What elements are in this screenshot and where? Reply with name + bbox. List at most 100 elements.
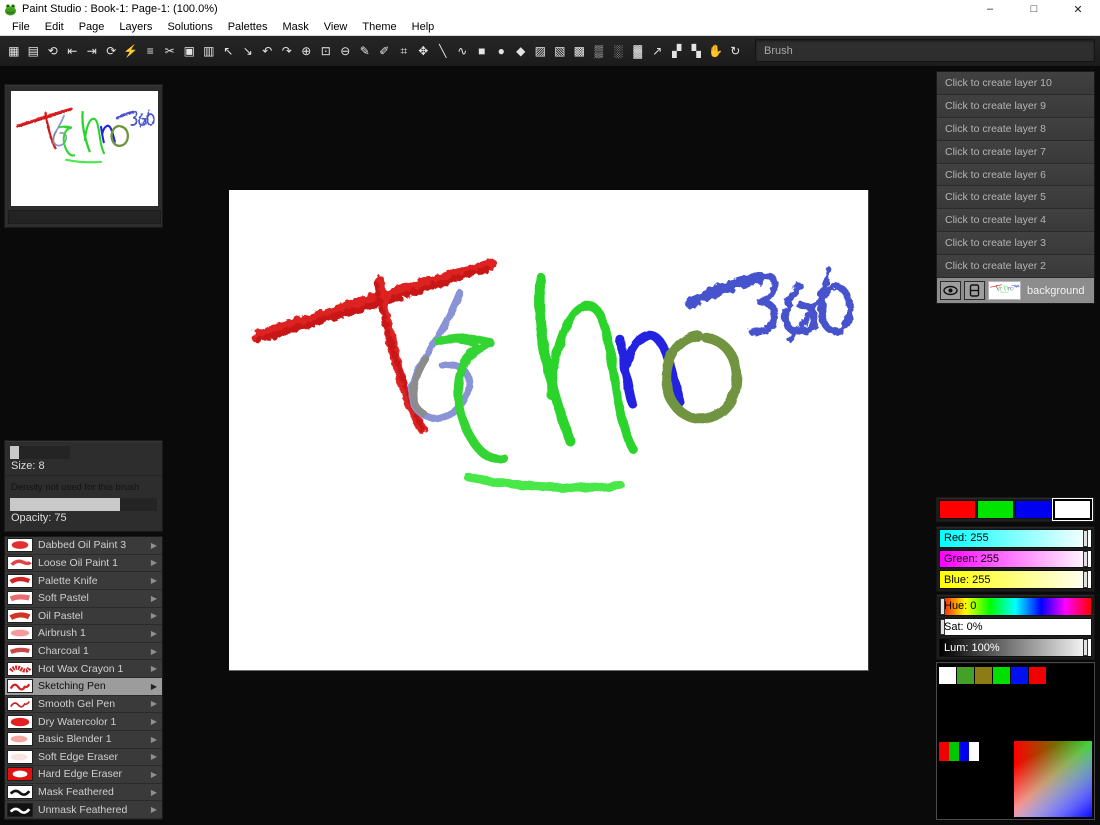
palette-swatch-1[interactable] bbox=[957, 667, 974, 684]
halftone-icon[interactable]: ▩ bbox=[570, 40, 590, 62]
brush-row-dabbed-oil-paint-3[interactable]: Dabbed Oil Paint 3▶ bbox=[5, 537, 162, 555]
red-swatch[interactable] bbox=[939, 500, 976, 519]
red-slider-handle[interactable] bbox=[1083, 530, 1088, 547]
line-tool-icon[interactable]: ╲ bbox=[433, 40, 453, 62]
layer-slot-4[interactable]: Click to create layer 4 bbox=[937, 209, 1094, 232]
layer-slot-3[interactable]: Click to create layer 3 bbox=[937, 232, 1094, 255]
brush-row-mask-feathered[interactable]: Mask Feathered▶ bbox=[5, 784, 162, 802]
brush-row-smooth-gel-pen[interactable]: Smooth Gel Pen▶ bbox=[5, 696, 162, 714]
white-swatch[interactable] bbox=[1053, 499, 1092, 520]
menu-file[interactable]: File bbox=[6, 19, 39, 35]
redo-icon[interactable]: ↷ bbox=[277, 40, 297, 62]
brush-expand-arrow-icon[interactable]: ▶ bbox=[151, 752, 157, 761]
green-slider-handle[interactable] bbox=[1083, 551, 1088, 568]
undo-icon[interactable]: ↶ bbox=[258, 40, 278, 62]
brush-expand-arrow-icon[interactable]: ▶ bbox=[151, 788, 157, 797]
texture-icon[interactable]: ▓ bbox=[628, 40, 648, 62]
brush-row-soft-pastel[interactable]: Soft Pastel▶ bbox=[5, 590, 162, 608]
brush-row-unmask-feathered[interactable]: Unmask Feathered▶ bbox=[5, 801, 162, 819]
brush-expand-arrow-icon[interactable]: ▶ bbox=[151, 805, 157, 814]
menu-page[interactable]: Page bbox=[73, 19, 114, 35]
brush-row-oil-pastel[interactable]: Oil Pastel▶ bbox=[5, 608, 162, 626]
brush-row-airbrush-1[interactable]: Airbrush 1▶ bbox=[5, 625, 162, 643]
layer-slot-8[interactable]: Click to create layer 8 bbox=[937, 118, 1094, 141]
sat-slider-handle[interactable] bbox=[940, 619, 945, 636]
zoom-out-icon[interactable]: ⊖ bbox=[336, 40, 356, 62]
pan-hand-icon[interactable]: ✋ bbox=[706, 40, 726, 62]
canvas[interactable] bbox=[229, 190, 869, 671]
eyedropper-icon[interactable]: ✐ bbox=[375, 40, 395, 62]
paste-icon[interactable]: ▥ bbox=[199, 40, 219, 62]
brush-expand-arrow-icon[interactable]: ▶ bbox=[151, 594, 157, 603]
pencil-tool-icon[interactable]: ✎ bbox=[355, 40, 375, 62]
red-slider[interactable]: Red: 255 bbox=[939, 529, 1092, 548]
blue-slider-handle[interactable] bbox=[1083, 571, 1088, 588]
menu-layers[interactable]: Layers bbox=[113, 19, 161, 35]
menu-view[interactable]: View bbox=[318, 19, 357, 35]
brush-expand-arrow-icon[interactable]: ▶ bbox=[151, 770, 157, 779]
brush-expand-arrow-icon[interactable]: ▶ bbox=[151, 735, 157, 744]
tile-b-icon[interactable]: ▚ bbox=[687, 40, 707, 62]
brush-row-hard-edge-eraser[interactable]: Hard Edge Eraser▶ bbox=[5, 766, 162, 784]
page-thumbnail[interactable] bbox=[11, 91, 158, 206]
blue-swatch[interactable] bbox=[1015, 500, 1052, 519]
mini-swatch-1[interactable] bbox=[949, 742, 959, 761]
menu-edit[interactable]: Edit bbox=[39, 19, 73, 35]
palette-swatch-5[interactable] bbox=[1029, 667, 1046, 684]
rotate-view-icon[interactable]: ↻ bbox=[726, 40, 746, 62]
layer-lock-toggle[interactable] bbox=[964, 281, 985, 300]
menu-theme[interactable]: Theme bbox=[356, 19, 405, 35]
save-icon[interactable]: ▦ bbox=[4, 40, 24, 62]
tile-a-icon[interactable]: ▞ bbox=[667, 40, 687, 62]
hue-slider-handle[interactable] bbox=[940, 598, 945, 615]
mini-swatch-0[interactable] bbox=[939, 742, 949, 761]
brush-expand-arrow-icon[interactable]: ▶ bbox=[151, 611, 157, 620]
layer-slot-6[interactable]: Click to create layer 6 bbox=[937, 164, 1094, 187]
noise-icon[interactable]: ░ bbox=[609, 40, 629, 62]
brush-expand-arrow-icon[interactable]: ▶ bbox=[151, 541, 157, 550]
brush-expand-arrow-icon[interactable]: ▶ bbox=[151, 717, 157, 726]
tool-mode-box[interactable]: Brush bbox=[755, 39, 1095, 62]
brush-expand-arrow-icon[interactable]: ▶ bbox=[151, 629, 157, 638]
next-page-icon[interactable]: ⇥ bbox=[82, 40, 102, 62]
first-page-icon[interactable]: ⟲ bbox=[43, 40, 63, 62]
layer-slot-10[interactable]: Click to create layer 10 bbox=[937, 72, 1094, 95]
green-slider[interactable]: Green: 255 bbox=[939, 550, 1092, 569]
script-icon[interactable]: ≡ bbox=[141, 40, 161, 62]
size-slider[interactable] bbox=[10, 446, 70, 459]
reload-page-icon[interactable]: ⟳ bbox=[102, 40, 122, 62]
layer-slot-2[interactable]: Click to create layer 2 bbox=[937, 255, 1094, 278]
mini-swatch-3[interactable] bbox=[969, 742, 979, 761]
brush-expand-arrow-icon[interactable]: ▶ bbox=[151, 647, 157, 656]
brush-row-soft-edge-eraser[interactable]: Soft Edge Eraser▶ bbox=[5, 749, 162, 767]
menu-palettes[interactable]: Palettes bbox=[222, 19, 277, 35]
menu-mask[interactable]: Mask bbox=[276, 19, 317, 35]
palette-swatch-0[interactable] bbox=[939, 667, 956, 684]
zoom-in-icon[interactable]: ⊕ bbox=[297, 40, 317, 62]
pattern-icon[interactable]: ▧ bbox=[550, 40, 570, 62]
zoom-100-icon[interactable]: ⊡ bbox=[316, 40, 336, 62]
rgb-gradient-picker[interactable] bbox=[1014, 741, 1092, 817]
effects-icon[interactable]: ⚡ bbox=[121, 40, 141, 62]
background-layer-row[interactable]: background bbox=[937, 278, 1094, 303]
move-tool-icon[interactable]: ✥ bbox=[414, 40, 434, 62]
pick-drop-icon[interactable]: ↘ bbox=[238, 40, 258, 62]
brush-expand-arrow-icon[interactable]: ▶ bbox=[151, 558, 157, 567]
rect-tool-icon[interactable]: ■ bbox=[472, 40, 492, 62]
palette-swatch-3[interactable] bbox=[993, 667, 1010, 684]
brush-row-charcoal-1[interactable]: Charcoal 1▶ bbox=[5, 643, 162, 661]
hue-slider[interactable]: Hue: 0 bbox=[939, 597, 1092, 616]
layer-slot-9[interactable]: Click to create layer 9 bbox=[937, 95, 1094, 118]
close-button[interactable]: ✕ bbox=[1056, 0, 1100, 18]
brush-row-basic-blender-1[interactable]: Basic Blender 1▶ bbox=[5, 731, 162, 749]
green-swatch[interactable] bbox=[977, 500, 1014, 519]
opacity-slider[interactable] bbox=[10, 498, 157, 511]
brush-row-hot-wax-crayon-1[interactable]: Hot Wax Crayon 1▶ bbox=[5, 660, 162, 678]
maximize-button[interactable]: □ bbox=[1012, 0, 1056, 18]
brush-row-dry-watercolor-1[interactable]: Dry Watercolor 1▶ bbox=[5, 713, 162, 731]
palette-swatch-4[interactable] bbox=[1011, 667, 1028, 684]
menu-help[interactable]: Help bbox=[406, 19, 444, 35]
brush-expand-arrow-icon[interactable]: ▶ bbox=[151, 682, 157, 691]
thumbnail-scrollbar[interactable] bbox=[8, 210, 161, 224]
palette-swatch-2[interactable] bbox=[975, 667, 992, 684]
